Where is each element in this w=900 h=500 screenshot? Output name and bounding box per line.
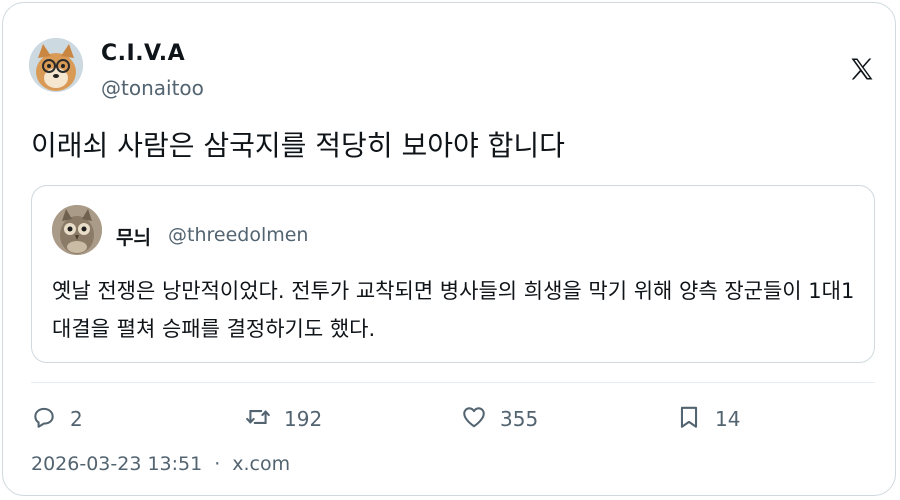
retweet-count: 192	[284, 407, 323, 431]
source-link[interactable]: x.com	[232, 453, 290, 475]
tweet-card: C.I.V.A @tonaitoo 이래쇠 사람은 삼국지를 적당히 보아야 합…	[2, 2, 896, 496]
retweet-icon	[245, 404, 271, 434]
author-handle[interactable]: @tonaitoo	[101, 76, 204, 100]
quoted-author-name[interactable]: 무늬	[116, 223, 151, 250]
quoted-author-avatar[interactable]	[52, 205, 102, 255]
bookmark-count: 14	[715, 407, 741, 431]
like-button[interactable]: 355	[461, 403, 538, 435]
reply-count: 2	[70, 407, 83, 431]
like-count: 355	[500, 407, 539, 431]
quoted-author-handle[interactable]: @threedolmen	[168, 224, 308, 246]
author-name[interactable]: C.I.V.A	[101, 41, 185, 66]
quoted-tweet[interactable]: 무늬 @threedolmen 옛날 전쟁은 낭만적이었다. 전투가 교착되면 …	[31, 185, 875, 363]
reply-icon	[31, 404, 57, 434]
separator: ·	[214, 453, 221, 475]
bookmark-button[interactable]: 14	[676, 403, 740, 435]
bookmark-icon	[676, 404, 702, 434]
tweet-text: 이래쇠 사람은 삼국지를 적당히 보아야 합니다	[31, 129, 565, 162]
quoted-tweet-text: 옛날 전쟁은 낭만적이었다. 전투가 교착되면 병사들의 희생을 막기 위해 양…	[52, 279, 855, 341]
reply-button[interactable]: 2	[31, 403, 83, 435]
divider	[31, 382, 875, 383]
retweet-button[interactable]: 192	[245, 403, 322, 435]
tweet-footer: 2026-03-23 13:51 · x.com	[31, 453, 290, 475]
heart-icon	[461, 404, 487, 434]
x-logo-icon[interactable]	[848, 55, 876, 83]
author-avatar[interactable]	[29, 38, 83, 92]
timestamp[interactable]: 2026-03-23 13:51	[31, 453, 202, 475]
